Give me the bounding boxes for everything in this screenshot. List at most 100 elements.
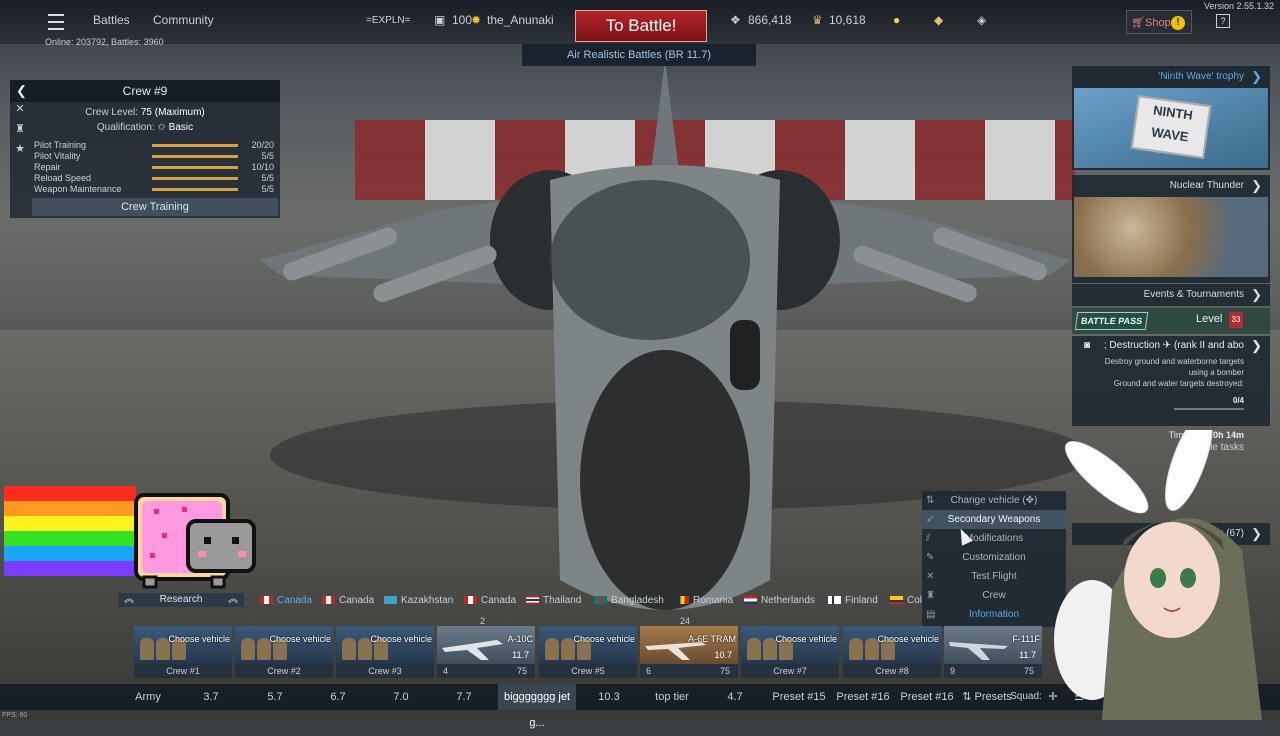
chevron-right-icon: ❯ [1251, 338, 1262, 353]
expand-icon: ︽ [124, 594, 134, 605]
skill-name: Pilot Training [34, 140, 87, 150]
preset-tab-active[interactable]: biggggggg jet g... [498, 684, 576, 729]
silver-lions-icon: ❖ [730, 13, 741, 27]
crew-item[interactable]: ♜ Crew [922, 586, 1066, 605]
nuclear-image [1074, 197, 1268, 277]
country-tab[interactable]: Col [890, 595, 922, 606]
chevron-right-icon: ❯ [1251, 69, 1262, 84]
info-icon: ▤ [926, 609, 936, 620]
battle-task-card[interactable]: ◙ ; Destruction ✈ (rank II and abo ❯ Destr… [1072, 336, 1270, 426]
preset-tab[interactable]: Preset #16 [896, 684, 958, 710]
modifications-item[interactable]: ⫽ Modifications [922, 529, 1066, 548]
crew-slot-4[interactable]: A-10C 11.7 4 75 [437, 626, 535, 678]
crew-slot-image [134, 626, 232, 664]
gem-icon[interactable]: ◆ [934, 13, 943, 27]
star-icon[interactable]: ★ [10, 142, 30, 162]
events-title: Events & Tournaments [1143, 289, 1244, 300]
country-tab[interactable]: Canada [464, 595, 516, 606]
preset-tab[interactable]: 7.0 [372, 684, 430, 710]
avatar-icon[interactable]: ▣ [434, 13, 445, 27]
change-vehicle-item[interactable]: ⇅ Change vehicle (✥) [922, 491, 1066, 510]
slot-vehicle-label: F-111F [1012, 634, 1040, 644]
slot-crew-name: Crew #2 [267, 666, 301, 676]
slot-crew-name: Crew #3 [368, 666, 402, 676]
slot-crew-number: 9 [950, 666, 956, 676]
task-progress-bar [1174, 408, 1244, 410]
crew-slot-9[interactable]: F-111F 11.7 9 75 [944, 626, 1042, 678]
information-item[interactable]: ▤ Information [922, 605, 1066, 624]
research-points-icon: ♛ [812, 13, 823, 27]
slot-vehicle-label: A-10C [507, 634, 533, 644]
preset-tab[interactable]: top tier [643, 684, 701, 710]
skill-row[interactable]: Weapon Maintenance 5/5 [34, 184, 274, 195]
online-counter: Online: 203792, Battles: 3960 [45, 37, 164, 47]
shop-label: Shop [1145, 17, 1171, 29]
country-tab[interactable]: Canada [322, 595, 374, 606]
aircraft-icon [442, 640, 503, 660]
task-progress: 0/4 [1232, 396, 1244, 405]
shop-button[interactable]: 🛒︎ Shop ! [1126, 10, 1192, 34]
community-menu[interactable]: Community [153, 13, 214, 27]
preset-tab[interactable]: 6.7 [309, 684, 367, 710]
skill-row[interactable]: Repair 10/10 [34, 162, 274, 173]
preset-tab[interactable]: Army [118, 684, 178, 710]
test-flight-icon: ✕ [926, 571, 935, 582]
help-icon[interactable]: ? [1216, 14, 1230, 28]
slot-vehicle-label: Choose vehicle [168, 634, 230, 644]
country-tab[interactable]: Kazakhstan [384, 595, 453, 606]
preset-tab[interactable]: Preset #15 [768, 684, 830, 710]
version-label: Version 2.55.1.32 [1203, 1, 1274, 11]
trophy-card[interactable]: 'Ninth Wave' trophy ❯ NINTH WAVE [1072, 66, 1270, 170]
chevron-right-icon: ❯ [1251, 287, 1262, 302]
coupon-icon[interactable]: ◈ [977, 13, 986, 27]
crew-slot-5[interactable]: Choose vehicle Crew #5 [539, 626, 637, 678]
preset-tab[interactable]: 10.3 [580, 684, 638, 710]
trophy-image: NINTH WAVE [1074, 88, 1268, 168]
squadron-tag[interactable]: =EXPLN= [366, 15, 410, 26]
customization-item[interactable]: ✎ Customization [922, 548, 1066, 567]
crew-slot-3[interactable]: Choose vehicle Crew #3 [336, 626, 434, 678]
skill-value: 10/10 [251, 162, 274, 172]
rainbow-overlay [4, 486, 136, 578]
preset-tab[interactable]: Preset #16 [832, 684, 894, 710]
game-mode-selector[interactable]: Air Realistic Battles (BR 11.7) [522, 44, 756, 66]
skill-row[interactable]: Reload Speed 5/5 [34, 173, 274, 184]
presets-button[interactable]: ⇅ Presets [962, 684, 1012, 710]
country-tab[interactable]: Canada [260, 595, 312, 606]
crew-slot-1[interactable]: Choose vehicle Crew #1 [134, 626, 232, 678]
lightbulb-icon[interactable]: ● [893, 13, 900, 27]
crew-slot-7[interactable]: Choose vehicle Crew #7 [741, 626, 839, 678]
cart-icon: 🛒︎ [1131, 17, 1145, 29]
crew-slot-2[interactable]: Choose vehicle Crew #2 [235, 626, 333, 678]
battle-pass-row[interactable]: BATTLE PASS Level 33 [1072, 308, 1270, 334]
country-tab[interactable]: Thailand [526, 595, 581, 606]
battles-menu[interactable]: Battles [93, 13, 130, 27]
player-name[interactable]: the_Anunaki [487, 13, 554, 27]
skill-value: 5/5 [261, 151, 274, 161]
preset-tab[interactable]: 5.7 [246, 684, 304, 710]
events-card[interactable]: Events & Tournaments ❯ [1072, 284, 1270, 306]
country-tab[interactable]: Bangladesh [594, 595, 664, 606]
preset-tab[interactable]: 3.7 [182, 684, 240, 710]
crew-training-button[interactable]: Crew Training [32, 198, 278, 216]
country-tab[interactable]: Netherlands [744, 595, 815, 606]
slot-crew-level: 75 [719, 666, 730, 676]
crew-slot-8[interactable]: Choose vehicle Crew #8 [843, 626, 941, 678]
preset-tab[interactable]: 4.7 [706, 684, 764, 710]
secondary-weapons-item[interactable]: ➶ Secondary Weapons [922, 510, 1066, 529]
preset-tab[interactable]: 7.7 [435, 684, 493, 710]
nuclear-thunder-card[interactable]: Nuclear Thunder ❯ [1072, 175, 1270, 283]
to-battle-button[interactable]: To Battle! [575, 10, 707, 42]
skill-bar [152, 166, 238, 169]
country-tab[interactable]: Romania [676, 595, 733, 606]
back-icon[interactable]: ❮ [16, 80, 27, 102]
research-tab[interactable]: ︽ Research ︽ [118, 593, 244, 607]
skill-row[interactable]: Pilot Vitality 5/5 [34, 151, 274, 162]
sort-icon: ⇅ [962, 691, 972, 703]
skill-row[interactable]: Pilot Training 20/20 [34, 140, 274, 151]
task-description: Destroy ground and waterborne targets [1104, 357, 1244, 366]
menu-icon[interactable] [48, 14, 64, 30]
test-flight-item[interactable]: ✕ Test Flight [922, 567, 1066, 586]
country-tab[interactable]: Finland [828, 595, 878, 606]
crew-slot-6[interactable]: A-6E TRAM 10.7 6 75 [640, 626, 738, 678]
